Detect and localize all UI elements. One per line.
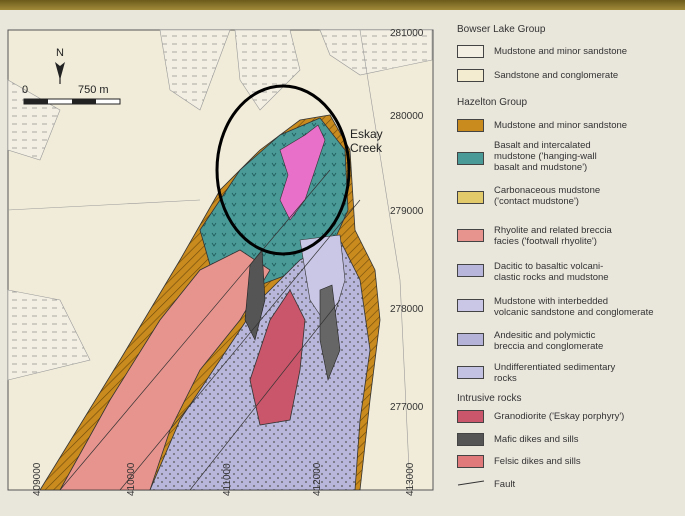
legend-swatch — [457, 229, 484, 242]
legend-label: facies ('footwall rhyolite') — [494, 236, 597, 247]
legend-swatch — [457, 45, 484, 58]
x-tick: 411000 — [222, 463, 233, 496]
legend-label: Mudstone with interbedded — [494, 296, 609, 307]
legend-label-fault: Fault — [494, 479, 516, 490]
x-tick: 413000 — [405, 462, 416, 496]
legend-swatch — [457, 69, 484, 82]
place-label-eskay: Eskay — [350, 127, 383, 141]
legend-swatch — [457, 152, 484, 165]
top-bar — [0, 0, 685, 10]
legend-label: Mudstone and minor sandstone — [494, 120, 628, 131]
legend-label: basalt and mudstone') — [494, 162, 588, 173]
legend-label: Andesitic and polymictic — [494, 330, 596, 341]
legend-swatch — [457, 264, 484, 277]
legend-label: Carbonaceous mudstone — [494, 185, 601, 196]
north-label: N — [56, 47, 64, 59]
legend-label: rocks — [494, 373, 517, 384]
scale-end-label: 750 m — [78, 84, 109, 96]
legend-swatch — [457, 191, 484, 204]
legend-label: Basalt and intercalated — [494, 140, 591, 151]
legend-heading-intrusive: Intrusive rocks — [457, 393, 522, 404]
legend-swatch — [457, 333, 484, 346]
legend-swatch — [457, 455, 484, 468]
x-tick: 412000 — [312, 462, 323, 496]
legend-label: Sandstone and conglomerate — [494, 70, 619, 81]
legend-heading-hazelton: Hazelton Group — [457, 97, 528, 108]
y-tick: 279000 — [390, 206, 424, 217]
y-tick: 277000 — [390, 402, 424, 413]
legend-label: Felsic dikes and sills — [494, 456, 581, 467]
legend-swatch — [457, 366, 484, 379]
scale-start-label: 0 — [22, 84, 29, 96]
legend-label: Dacitic to basaltic volcani- — [494, 261, 604, 272]
place-label-creek: Creek — [350, 141, 383, 155]
x-tick: 410000 — [126, 462, 137, 496]
legend-label: mudstone ('hanging-wall — [494, 151, 597, 162]
legend-label: Rhyolite and related breccia — [494, 225, 612, 236]
y-tick: 280000 — [390, 111, 424, 122]
x-tick: 409000 — [32, 462, 43, 496]
legend-label: volcanic sandstone and conglomerate — [494, 307, 654, 318]
legend-swatch — [457, 410, 484, 423]
legend-label: Granodiorite ('Eskay porphyry') — [494, 411, 625, 422]
legend-heading-bowser: Bowser Lake Group — [457, 24, 546, 35]
legend-swatch — [457, 299, 484, 312]
y-tick: 281000 — [390, 28, 424, 39]
legend-swatch — [457, 433, 484, 446]
legend-swatch — [457, 119, 484, 132]
legend-label: breccia and conglomerate — [494, 341, 604, 352]
y-tick: 278000 — [390, 304, 424, 315]
legend-label: Mafic dikes and sills — [494, 434, 579, 445]
legend-label: clastic rocks and mudstone — [494, 272, 609, 283]
fault-line-symbol — [457, 480, 485, 486]
legend-label: Mudstone and minor sandstone — [494, 46, 628, 57]
legend-label: Undifferentiated sedimentary — [494, 362, 616, 373]
legend-label: ('contact mudstone') — [494, 196, 579, 207]
